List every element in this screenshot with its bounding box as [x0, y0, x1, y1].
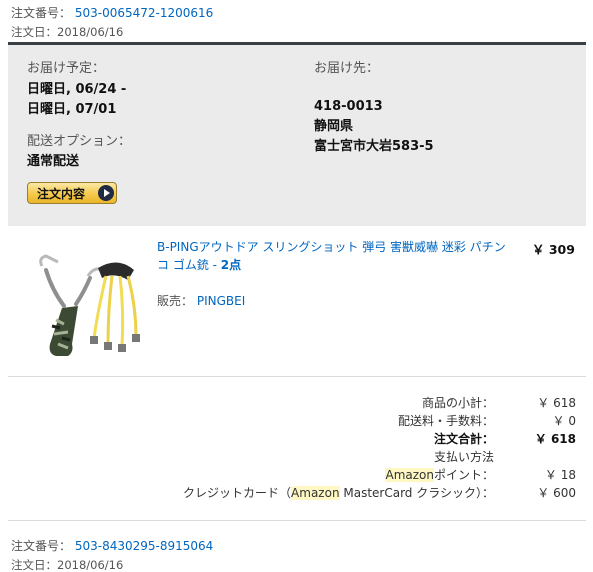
order-details-button[interactable]: 注文内容: [27, 182, 117, 204]
order-number-label: 注文番号：: [11, 6, 72, 20]
delivery-eta-label: お届け予定：: [27, 61, 106, 76]
order-date-2: 注文日：2018/06/16: [11, 558, 124, 572]
order-total-row: 注文合計： ￥ 618: [8, 430, 586, 448]
destination-label: お届け先：: [314, 61, 380, 76]
destination-postal: 418-0013: [314, 99, 383, 114]
order-header: 注文番号： 503-0065472-1200616 注文日：2018/06/16: [11, 6, 213, 40]
points-row: Amazonポイント： ￥ 18: [8, 466, 586, 484]
subtotal-value: ￥ 618: [537, 396, 576, 410]
shipping-fee-value: ￥ 0: [552, 414, 576, 428]
delivery-column: お届け予定： 日曜日, 06/24 - 日曜日, 07/01 配送オプション： …: [27, 60, 131, 172]
product-quantity: 2点: [220, 258, 242, 272]
product-title-link[interactable]: B-PINGアウトドア スリングショット 弾弓 害獣威嚇 迷彩 パチンコ ゴム銃…: [157, 238, 517, 274]
product-title: B-PINGアウトドア スリングショット 弾弓 害獣威嚇 迷彩 パチンコ ゴム銃…: [157, 240, 506, 272]
card-label: クレジットカード（Amazon MasterCard クラシック）：: [183, 484, 494, 501]
order-number-link-2[interactable]: 503-8430295-8915064: [75, 539, 213, 553]
shipping-info-panel: お届け予定： 日曜日, 06/24 - 日曜日, 07/01 配送オプション： …: [8, 45, 586, 226]
item-divider: [8, 376, 586, 377]
play-arrow-icon: [98, 185, 114, 201]
card-value: ￥ 600: [537, 486, 576, 500]
order-number-row: 注文番号： 503-0065472-1200616: [11, 6, 213, 21]
order-header-2: 注文番号： 503-8430295-8915064 注文日：2018/06/16: [11, 539, 213, 572]
order-date: 注文日：2018/06/16: [11, 25, 124, 39]
seller-link[interactable]: PINGBEI: [197, 294, 245, 308]
seller-label: 販売：: [157, 294, 194, 308]
destination-column: お届け先： 418-0013 静岡県 富士宮市大岩583-5: [314, 60, 434, 157]
shipping-option-value: 通常配送: [27, 154, 80, 169]
order-number-link[interactable]: 503-0065472-1200616: [75, 6, 213, 20]
points-label: Amazonポイント：: [385, 466, 494, 483]
payment-method-row: 支払い方法: [8, 448, 586, 466]
shipping-fee-row: 配送料・手数料： ￥ 0: [8, 412, 586, 430]
seller-row: 販売： PINGBEI: [157, 292, 245, 309]
subtotal-row: 商品の小計： ￥ 618: [8, 394, 586, 412]
points-value: ￥ 18: [544, 468, 576, 482]
order-total-label: 注文合計：: [433, 432, 494, 446]
order-number-row-2: 注文番号： 503-8430295-8915064: [11, 539, 213, 554]
points-brand: Amazon: [385, 468, 434, 482]
order-divider: [8, 520, 586, 521]
payment-method-label: 支払い方法: [433, 450, 494, 464]
delivery-eta-start: 日曜日, 06/24 -: [27, 82, 127, 97]
subtotal-label: 商品の小計：: [421, 396, 494, 410]
destination-city: 富士宮市大岩583-5: [314, 139, 434, 154]
product-price: ￥ 309: [532, 242, 575, 257]
order-total-value: ￥ 618: [534, 432, 576, 446]
order-number-label-2: 注文番号：: [11, 539, 72, 553]
destination-prefecture: 静岡県: [314, 119, 354, 134]
card-brand: Amazon: [291, 486, 340, 500]
order-item: B-PINGアウトドア スリングショット 弾弓 害獣威嚇 迷彩 パチンコ ゴム銃…: [8, 226, 586, 376]
order-details-label: 注文内容: [37, 186, 86, 201]
card-label-pre: クレジットカード（: [183, 486, 292, 500]
shipping-option-label: 配送オプション：: [27, 134, 132, 149]
shipping-fee-label: 配送料・手数料：: [397, 414, 494, 428]
points-label-text: ポイント：: [433, 468, 494, 482]
delivery-eta-end: 日曜日, 07/01: [27, 102, 117, 117]
slingshot-product-image[interactable]: [28, 240, 148, 358]
card-label-post: MasterCard クラシック）：: [339, 486, 494, 500]
card-row: クレジットカード（Amazon MasterCard クラシック）： ￥ 600: [8, 484, 586, 502]
